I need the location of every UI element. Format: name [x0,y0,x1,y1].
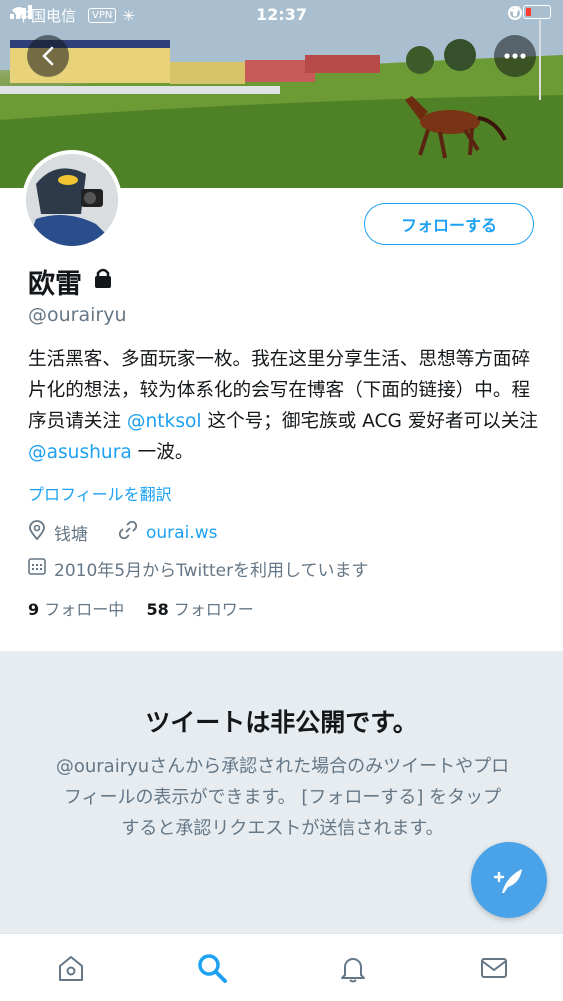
translate-profile-link[interactable]: プロフィールを翻訳 [28,481,172,505]
compose-icon [493,869,522,893]
private-title: ツイートは非公開です。 [145,708,418,737]
avatar[interactable] [22,150,122,250]
tab-messages[interactable] [474,948,514,988]
profile-handle: @ourairyu [28,304,127,326]
joined-row: 2010年5月からTwitterを利用しています [28,556,369,581]
joined-text: 2010年5月からTwitterを利用しています [54,561,369,581]
bottom-tab-bar [0,933,563,1001]
more-icon [504,53,526,59]
profile-bio: 生活黑客、多面玩家一枚。我在这里分享生活、思想等方面碎片化的想法，较为体系化的会… [28,344,538,468]
back-button[interactable] [27,35,69,77]
status-time: 12:37 [256,5,307,24]
more-button[interactable] [494,35,536,77]
status-bar: 中国电信 VPN ✳ 12:37 [0,0,563,30]
link-icon [118,520,138,545]
location-icon [28,520,46,545]
follow-button[interactable]: フォローする [364,203,534,245]
mention-link[interactable]: @ntksol [127,411,202,432]
followers-link[interactable]: 58 フォロワー [146,600,253,619]
battery-icon [523,5,551,19]
private-body: @ourairyuさんから承認された場合のみツイートやプロフィールの表示ができま… [55,756,510,839]
bio-text: 一波。 [131,442,194,463]
calendar-icon [28,557,46,580]
tab-search[interactable] [192,948,232,988]
following-count: 9 [28,600,40,619]
followers-label: フォロワー [173,600,254,619]
lock-icon [92,266,114,297]
search-icon [198,954,227,983]
tab-home[interactable] [51,948,91,988]
location-text: 钱塘 [54,525,88,545]
mention-link[interactable]: @asushura [28,442,132,463]
profile-name-row: 欧雷 [28,262,114,301]
notifications-icon [341,958,365,983]
profile-name: 欧雷 [28,269,82,300]
profile-meta-row: 钱塘 ourai.ws [28,520,217,545]
following-link[interactable]: 9 フォロー中 [28,600,124,619]
followers-count: 58 [146,600,169,619]
following-label: フォロー中 [44,600,125,619]
website-link[interactable]: ourai.ws [146,523,217,543]
compose-button[interactable] [471,842,547,918]
home-icon [59,956,83,981]
avatar-photo [26,154,118,246]
messages-icon [481,958,507,978]
back-icon [42,46,54,66]
follow-counts: 9 フォロー中 58 フォロワー [28,596,254,620]
tab-notifications[interactable] [333,948,373,988]
bio-text: 这个号；御宅族或 ACG 爱好者可以关注 [201,411,538,432]
